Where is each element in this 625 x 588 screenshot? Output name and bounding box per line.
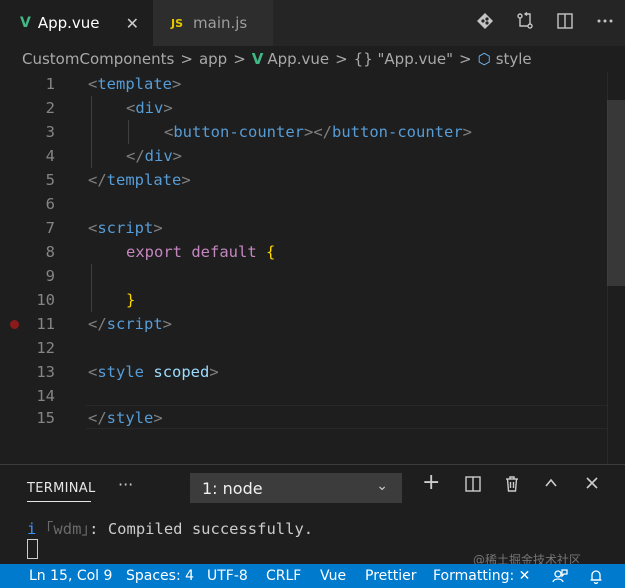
cube-icon: ⬡ xyxy=(477,50,491,68)
line-number: 1 xyxy=(45,75,55,93)
terminal-select-value: 1: node xyxy=(202,478,263,498)
code-line: 3 <button-counter></button-counter> xyxy=(0,120,625,144)
code-line: 8 export default { xyxy=(0,240,625,264)
status-formatting[interactable]: Formatting: ✕ xyxy=(433,564,530,588)
line-number: 3 xyxy=(45,123,55,141)
status-encoding[interactable]: UTF-8 xyxy=(207,564,248,588)
tab-terminal[interactable]: TERMINAL xyxy=(27,481,96,496)
breadcrumb-item-app[interactable]: app xyxy=(199,50,227,68)
split-terminal-button[interactable] xyxy=(464,475,482,498)
line-content: </div> xyxy=(126,147,183,165)
code-editor[interactable]: 1 <template> 2 <div> 3 <button-counter><… xyxy=(0,72,625,464)
breadcrumb-item-customcomponents[interactable]: CustomComponents xyxy=(22,50,174,68)
line-number: 11 xyxy=(36,315,55,333)
split-editor-icon[interactable] xyxy=(545,12,585,35)
line-number: 10 xyxy=(36,291,55,309)
line-content: export default { xyxy=(126,243,276,261)
more-icon[interactable] xyxy=(585,12,625,35)
line-number: 2 xyxy=(45,99,55,117)
status-cursor-position[interactable]: Ln 15, Col 9 xyxy=(29,564,112,588)
terminal-panel: TERMINAL ··· 1: node ⌄ + i ｢wdm｣: Compil… xyxy=(0,464,625,565)
line-number: 9 xyxy=(45,267,55,285)
source-control-icon[interactable] xyxy=(505,11,545,35)
active-tab-underline xyxy=(27,501,91,502)
chevron-right-icon: > xyxy=(180,50,193,68)
code-line: 12 xyxy=(0,336,625,360)
code-line: 6 xyxy=(0,192,625,216)
status-prettier[interactable]: Prettier xyxy=(365,564,417,588)
line-number: 5 xyxy=(45,171,55,189)
line-content: <script> xyxy=(88,219,163,237)
chevron-right-icon: > xyxy=(335,50,348,68)
line-content: </template> xyxy=(88,171,191,189)
line-content: <style scoped> xyxy=(88,363,219,381)
tab-app-vue[interactable]: V App.vue ✕ xyxy=(0,0,153,46)
line-number: 13 xyxy=(36,363,55,381)
status-bar: Ln 15, Col 9 Spaces: 4 UTF-8 CRLF Vue Pr… xyxy=(0,564,625,588)
line-number: 4 xyxy=(45,147,55,165)
line-content: <template> xyxy=(88,75,182,93)
code-line: 10 } xyxy=(0,288,625,312)
maximize-panel-button[interactable] xyxy=(543,475,559,496)
code-line: 5 </template> xyxy=(0,168,625,192)
line-number: 6 xyxy=(45,195,55,213)
code-line: 11 </script> xyxy=(0,312,625,336)
chevron-down-icon: ⌄ xyxy=(376,478,388,494)
code-line: 1 <template> xyxy=(0,72,625,96)
tab-label: App.vue xyxy=(37,14,100,32)
git-compare-icon[interactable] xyxy=(465,12,505,35)
editor-tab-bar: V App.vue ✕ JS main.js xyxy=(0,0,625,46)
vue-file-icon: V xyxy=(251,50,264,68)
chevron-right-icon: > xyxy=(233,50,246,68)
code-line: 7 <script> xyxy=(0,216,625,240)
line-content: <div> xyxy=(126,99,173,117)
feedback-icon[interactable] xyxy=(552,564,568,588)
status-eol[interactable]: CRLF xyxy=(266,564,301,588)
tab-label: main.js xyxy=(193,14,248,32)
line-content: </style> xyxy=(88,409,163,427)
editor-scrollbar-thumb[interactable] xyxy=(607,100,625,286)
vue-file-icon: V xyxy=(20,15,31,31)
line-number: 15 xyxy=(36,409,55,427)
code-line: 13 <style scoped> xyxy=(0,360,625,384)
bell-icon[interactable] xyxy=(588,564,604,588)
line-number: 12 xyxy=(36,339,55,357)
breadcrumb-item-style[interactable]: style xyxy=(496,50,532,68)
breadcrumb: CustomComponents > app > V App.vue > {} … xyxy=(0,46,625,72)
breadcrumb-item-module[interactable]: {} "App.vue" xyxy=(354,50,453,68)
code-line: 9 xyxy=(0,264,625,288)
close-panel-button[interactable] xyxy=(584,475,600,496)
line-number: 7 xyxy=(45,219,55,237)
terminal-cursor xyxy=(27,539,38,559)
more-icon[interactable]: ··· xyxy=(118,475,133,494)
terminal-select[interactable]: 1: node ⌄ xyxy=(190,473,402,503)
js-file-icon: JS xyxy=(171,16,184,30)
line-content: </script> xyxy=(88,315,173,333)
line-content: } xyxy=(126,291,136,309)
chevron-right-icon: > xyxy=(459,50,472,68)
line-number: 14 xyxy=(36,387,55,405)
code-line: 2 <div> xyxy=(0,96,625,120)
kill-terminal-button[interactable] xyxy=(503,475,521,498)
code-line: 14 xyxy=(0,384,625,408)
status-language[interactable]: Vue xyxy=(320,564,346,588)
tab-main-js[interactable]: JS main.js xyxy=(153,0,273,46)
code-line: 4 </div> xyxy=(0,144,625,168)
add-terminal-button[interactable]: + xyxy=(422,470,440,495)
breadcrumb-item-app-vue[interactable]: App.vue xyxy=(267,50,329,68)
editor-actions xyxy=(465,0,625,46)
close-icon[interactable]: ✕ xyxy=(126,14,139,33)
line-content: <button-counter></button-counter> xyxy=(164,123,472,141)
terminal-output[interactable]: i ｢wdm｣: Compiled successfully. xyxy=(27,517,313,539)
line-number: 8 xyxy=(45,243,55,261)
status-indentation[interactable]: Spaces: 4 xyxy=(126,564,194,588)
code-line: 15 </style> xyxy=(0,406,625,430)
